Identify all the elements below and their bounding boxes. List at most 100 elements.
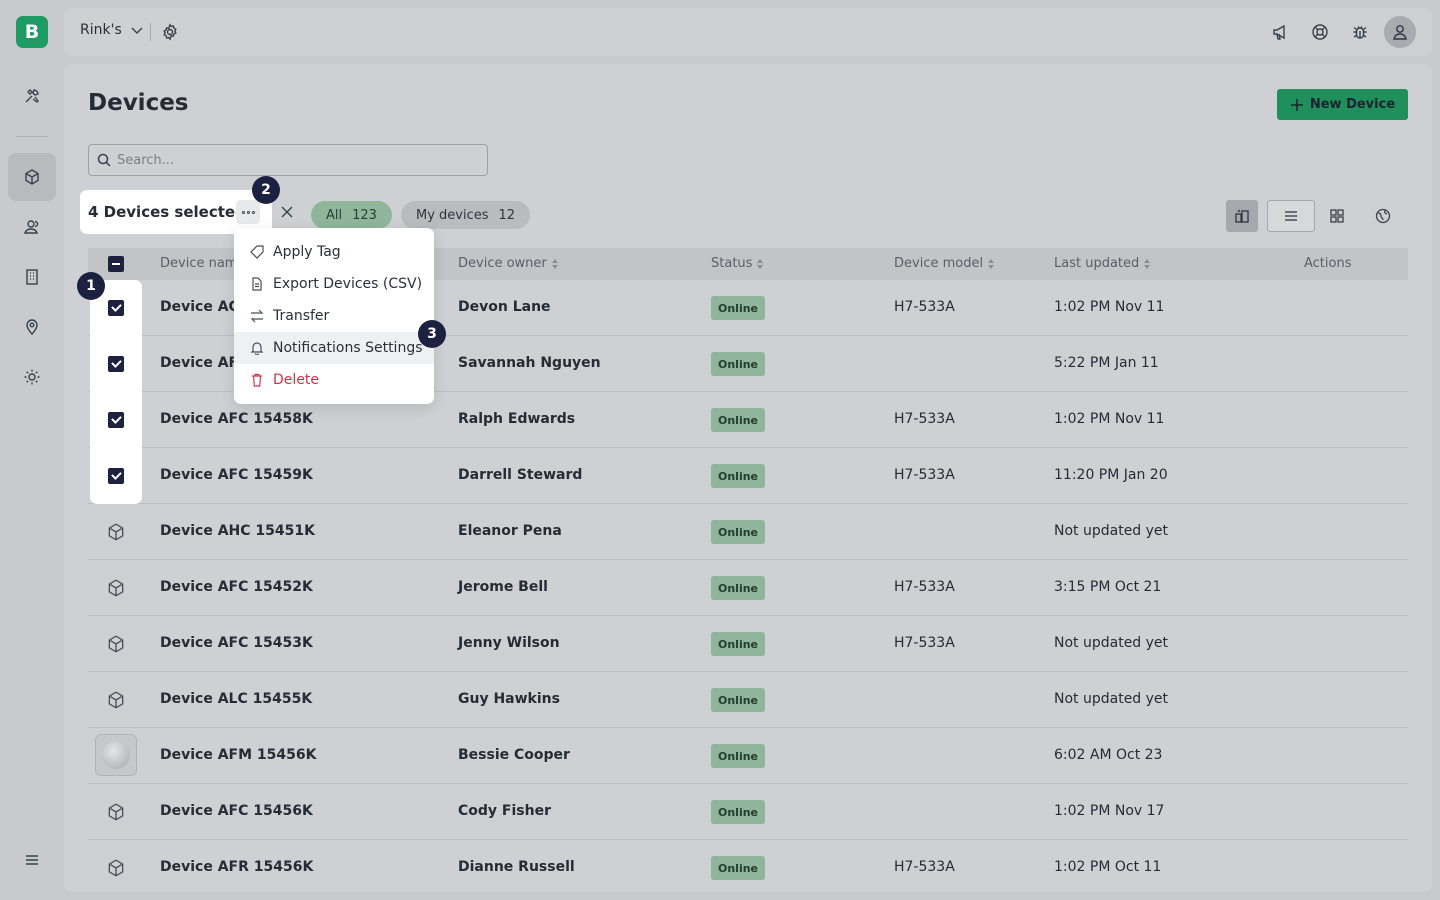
close-icon [281, 206, 293, 218]
filter-my-devices[interactable]: My devices 12 [401, 201, 531, 229]
view-list-button[interactable] [1267, 200, 1315, 232]
table-row[interactable]: Device AFR 15456K Dianne Russell Online … [88, 840, 1408, 892]
clear-selection-button[interactable] [278, 202, 296, 222]
list-icon [1285, 211, 1297, 221]
filter-all[interactable]: All 123 [311, 201, 392, 229]
announcements-button[interactable] [1268, 20, 1292, 44]
org-name: Rink's [80, 22, 122, 38]
cube-icon [108, 859, 124, 877]
org-switcher[interactable]: Rink's [80, 22, 144, 38]
device-thumbnail [95, 734, 137, 776]
rail-devices[interactable] [8, 153, 56, 201]
step-marker-1: 1 [77, 272, 105, 300]
step-marker-3: 3 [418, 320, 446, 348]
org-settings-button[interactable] [158, 20, 182, 44]
more-actions-button[interactable] [236, 200, 260, 224]
rail-locations[interactable] [8, 303, 56, 351]
top-bar: Rink's [64, 8, 1432, 56]
new-device-button[interactable]: New Device [1277, 89, 1408, 120]
file-icon [252, 277, 262, 291]
status-badge: Online [711, 856, 766, 880]
menu-export-csv[interactable]: Export Devices (CSV) [234, 268, 434, 300]
rail-tools[interactable] [8, 72, 56, 120]
table-row[interactable]: Device AFC 15452K Jerome Bell Online H7-… [88, 560, 1408, 616]
status-badge: Online [711, 296, 766, 320]
chevron-down-icon [131, 27, 143, 34]
col-device-owner[interactable]: Device owner [458, 256, 559, 271]
user-icon [1393, 25, 1407, 40]
table-row[interactable]: Device AFM 15456K Bessie Cooper Online 6… [88, 728, 1408, 784]
menu-apply-tag[interactable]: Apply Tag [234, 236, 434, 268]
gear-icon [163, 23, 177, 41]
filter-count: 123 [352, 207, 377, 223]
sort-icon [988, 258, 995, 269]
table-row[interactable]: Device AFC 15456K Cody Fisher Online 1:0… [88, 784, 1408, 840]
filter-count: 12 [498, 207, 516, 223]
rail-menu[interactable] [8, 836, 56, 884]
row-checkbox[interactable] [108, 412, 124, 428]
table-row[interactable]: Device AHC 15451K Eleanor Pena Online No… [88, 504, 1408, 560]
cube-icon [108, 635, 124, 653]
row-checkbox[interactable] [108, 468, 124, 484]
view-dashboard-button[interactable] [1226, 200, 1258, 232]
pin-icon [26, 319, 38, 335]
grid-icon [1330, 209, 1344, 223]
app-logo[interactable]: B [16, 16, 48, 48]
bulk-actions-menu: Apply Tag Export Devices (CSV) Transfer … [234, 228, 434, 404]
building-icon [26, 269, 38, 285]
help-button[interactable] [1308, 20, 1332, 44]
plus-icon [1290, 98, 1303, 111]
tag-icon [250, 245, 264, 259]
status-badge: Online [711, 632, 766, 656]
transfer-icon [250, 309, 264, 323]
rail-lighting[interactable] [8, 353, 56, 401]
page-title: Devices [88, 90, 189, 116]
devices-view-icon [1235, 209, 1249, 223]
row-checkbox[interactable] [108, 356, 124, 372]
view-map-button[interactable] [1367, 200, 1399, 232]
col-status[interactable]: Status [711, 256, 764, 271]
hamburger-icon [26, 855, 38, 865]
search-box [88, 144, 488, 176]
bug-icon [1353, 26, 1367, 39]
search-input[interactable] [117, 152, 477, 168]
selected-count: 4 Devices selected [88, 203, 246, 221]
view-grid-button[interactable] [1321, 200, 1353, 232]
sort-icon [1144, 258, 1151, 269]
menu-notification-settings[interactable]: Notifications Settings [234, 332, 434, 364]
rail-buildings[interactable] [8, 253, 56, 301]
table-row[interactable]: Device AFC 15453K Jenny Wilson Online H7… [88, 616, 1408, 672]
status-badge: Online [711, 800, 766, 824]
bug-report-button[interactable] [1348, 20, 1372, 44]
select-all-checkbox[interactable] [108, 256, 124, 272]
col-device-model[interactable]: Device model [894, 256, 995, 271]
table-row[interactable]: Device AFC 15459K Darrell Steward Online… [88, 448, 1408, 504]
table-row[interactable]: Device ALC 15455K Guy Hawkins Online Not… [88, 672, 1408, 728]
col-device-name[interactable]: Device nam [160, 256, 237, 271]
status-badge: Online [711, 408, 766, 432]
status-badge: Online [711, 464, 766, 488]
megaphone-icon [1273, 24, 1285, 40]
selected-checkboxes-panel [90, 280, 142, 504]
cube-icon [25, 169, 39, 185]
menu-transfer[interactable]: Transfer [234, 300, 434, 332]
tools-icon [25, 89, 39, 103]
bell-icon [250, 342, 264, 355]
user-avatar[interactable] [1384, 16, 1416, 48]
globe-icon [1375, 208, 1391, 224]
status-badge: Online [711, 352, 766, 376]
cube-icon [108, 803, 124, 821]
sun-icon [24, 369, 40, 385]
left-rail: B [0, 0, 64, 900]
menu-delete[interactable]: Delete [234, 364, 434, 396]
users-icon [24, 220, 39, 234]
trash-icon [252, 373, 262, 387]
status-badge: Online [711, 520, 766, 544]
step-marker-2: 2 [252, 176, 280, 204]
row-checkbox[interactable] [108, 300, 124, 316]
rail-users[interactable] [8, 203, 56, 251]
search-icon [97, 153, 111, 167]
col-last-updated[interactable]: Last updated [1054, 256, 1151, 271]
sort-icon [551, 258, 558, 269]
col-actions: Actions [1304, 256, 1352, 271]
